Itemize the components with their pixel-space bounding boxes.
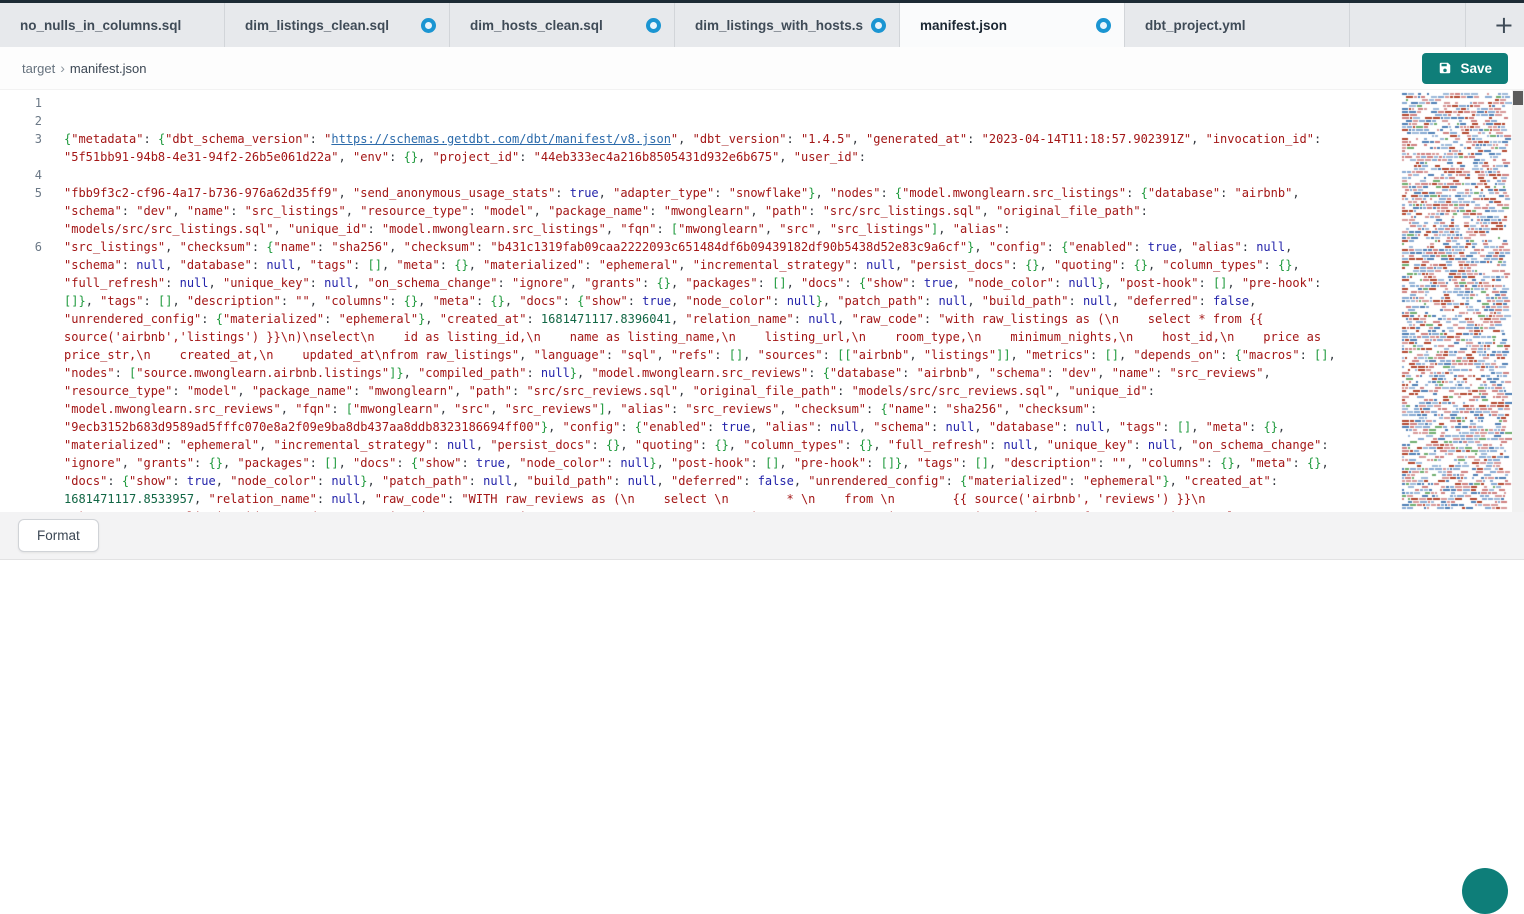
line-number[interactable]: 2	[0, 112, 42, 130]
results-panel	[0, 560, 1524, 875]
tab-label: dim_listings_with_hosts.sql	[695, 18, 863, 33]
tab-label: no_nulls_in_columns.sql	[20, 18, 211, 33]
chevron-right-icon: ›	[60, 60, 65, 76]
code-line[interactable]: 1	[0, 94, 1360, 112]
code-line[interactable]: 3{"metadata": {"dbt_schema_version": "ht…	[0, 130, 1360, 166]
line-number[interactable]: 6	[0, 238, 42, 512]
tab-dim-listings-with-hosts[interactable]: dim_listings_with_hosts.sql	[675, 3, 900, 47]
tab-no-nulls-in-columns[interactable]: no_nulls_in_columns.sql	[0, 3, 225, 47]
save-icon	[1438, 61, 1452, 75]
unsaved-indicator-icon[interactable]	[1096, 18, 1111, 33]
code-lines[interactable]: 123{"metadata": {"dbt_schema_version": "…	[0, 90, 1360, 512]
code-editor[interactable]: 123{"metadata": {"dbt_schema_version": "…	[0, 90, 1524, 512]
tab-bar: no_nulls_in_columns.sql dim_listings_cle…	[0, 0, 1524, 47]
tab-label: dim_listings_clean.sql	[245, 18, 413, 33]
file-header-bar: target › manifest.json Save	[0, 47, 1524, 90]
code-line[interactable]: 2	[0, 112, 1360, 130]
line-number[interactable]: 5	[0, 184, 42, 238]
unsaved-indicator-icon[interactable]	[871, 18, 886, 33]
editor-scrollbar[interactable]	[1512, 90, 1524, 512]
tab-label: dim_hosts_clean.sql	[470, 18, 638, 33]
unsaved-indicator-icon[interactable]	[646, 18, 661, 33]
save-button[interactable]: Save	[1422, 53, 1508, 84]
new-tab-button[interactable]: +	[1494, 13, 1514, 37]
tab-dim-listings-clean[interactable]: dim_listings_clean.sql	[225, 3, 450, 47]
newtab-zone: +	[1466, 3, 1524, 47]
line-number[interactable]: 4	[0, 166, 42, 184]
breadcrumb-folder[interactable]: target	[22, 61, 55, 76]
tab-dim-hosts-clean[interactable]: dim_hosts_clean.sql	[450, 3, 675, 47]
tab-label: dbt_project.yml	[1145, 18, 1336, 33]
code-line[interactable]: 6"src_listings", "checksum": {"name": "s…	[0, 238, 1360, 512]
tab-manifest-json[interactable]: manifest.json	[900, 3, 1125, 47]
tab-label: manifest.json	[920, 18, 1088, 33]
minimap[interactable]	[1400, 90, 1512, 512]
code-line[interactable]: 4	[0, 166, 1360, 184]
save-button-label: Save	[1460, 61, 1492, 76]
scrollbar-thumb[interactable]	[1513, 91, 1523, 105]
line-number[interactable]: 1	[0, 94, 42, 112]
tab-dbt-project-yml[interactable]: dbt_project.yml	[1125, 3, 1350, 47]
breadcrumb-file: manifest.json	[70, 61, 147, 76]
format-bar: Format	[0, 512, 1524, 560]
unsaved-indicator-icon[interactable]	[421, 18, 436, 33]
format-button[interactable]: Format	[18, 519, 99, 552]
code-line[interactable]: 5"fbb9f3c2-cf96-4a17-b736-976a62d35ff9",…	[0, 184, 1360, 238]
tabbar-spacer	[1350, 3, 1466, 47]
line-number[interactable]: 3	[0, 130, 42, 166]
